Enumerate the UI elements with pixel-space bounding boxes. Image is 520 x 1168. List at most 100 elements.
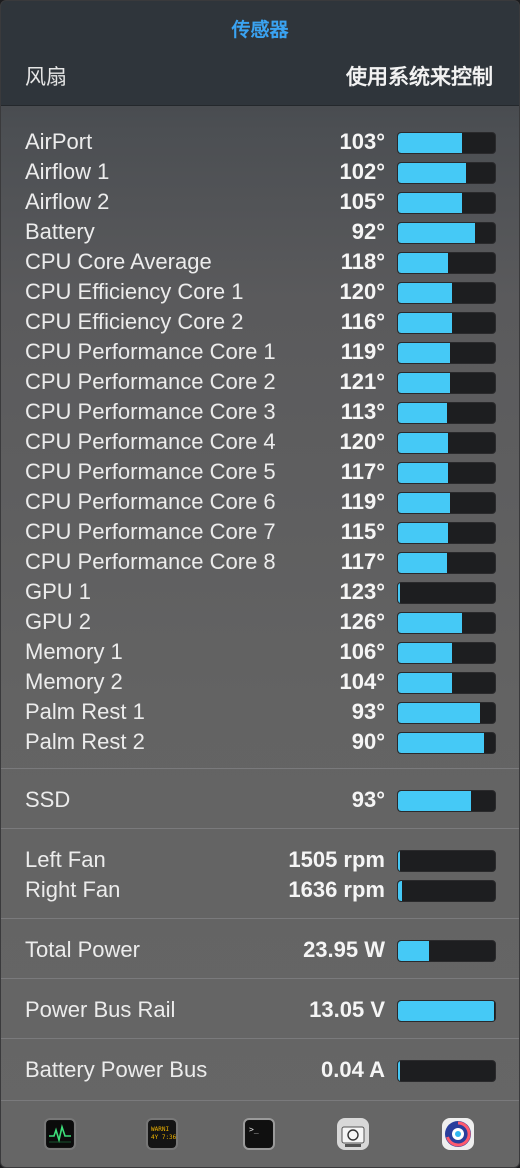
svg-text:>_: >_	[249, 1125, 259, 1134]
sensor-level-fill	[398, 493, 451, 513]
sensor-row[interactable]: Memory 1 106°	[1, 636, 519, 666]
sensor-level-bar	[397, 252, 496, 274]
sensor-value: 102°	[339, 159, 385, 184]
sensor-level-fill	[398, 223, 475, 243]
sensor-row[interactable]: Airflow 2 105°	[1, 186, 519, 216]
sensor-row[interactable]: CPU Core Average 118°	[1, 246, 519, 276]
sensor-row[interactable]: Power Bus Rail 13.05 V	[1, 994, 519, 1024]
activity-monitor-icon[interactable]	[44, 1118, 76, 1150]
sensor-row[interactable]: Airflow 1 102°	[1, 156, 519, 186]
sensor-section: Total Power 23.95 W	[1, 919, 519, 979]
sensor-level-fill	[398, 133, 463, 153]
sensors-panel: 传感器 风扇 使用系统来控制 AirPort 103° Airflow 1 102° A…	[0, 0, 520, 1168]
sensor-value: 90°	[351, 729, 385, 754]
sensor-row[interactable]: GPU 1 123°	[1, 576, 519, 606]
sensor-name: Airflow 1	[25, 159, 110, 184]
sensor-row[interactable]: GPU 2 126°	[1, 606, 519, 636]
sensor-row[interactable]: Palm Rest 2 90°	[1, 726, 519, 756]
sensor-value: 103°	[339, 129, 385, 154]
sensor-name: Palm Rest 1	[25, 699, 145, 724]
sensor-level-fill	[398, 643, 453, 663]
sensor-row[interactable]: CPU Performance Core 6 119°	[1, 486, 519, 516]
sensor-row[interactable]: CPU Efficiency Core 1 120°	[1, 276, 519, 306]
sensor-level-bar	[397, 582, 496, 604]
sensor-level-fill	[398, 1001, 495, 1021]
tg-pro-icon[interactable]	[442, 1118, 474, 1150]
sensor-level-bar	[397, 1000, 496, 1022]
sensor-row[interactable]: Left Fan 1505 rpm	[1, 844, 519, 874]
sensor-row[interactable]: SSD 93°	[1, 784, 519, 814]
sensor-row[interactable]: CPU Performance Core 5 117°	[1, 456, 519, 486]
sensor-name: CPU Core Average	[25, 249, 212, 274]
sensor-level-fill	[398, 253, 449, 273]
sensor-section: AirPort 103° Airflow 1 102° Airflow 2 105° Bat…	[1, 106, 519, 769]
sensor-level-bar	[397, 342, 496, 364]
sensor-row[interactable]: CPU Performance Core 3 113°	[1, 396, 519, 426]
svg-text:WARNI: WARNI	[151, 1126, 169, 1133]
app-dock: WARNI 4Y 7:36 >_	[1, 1100, 519, 1167]
sensor-value: 0.04 A	[320, 1057, 385, 1082]
sensor-name: Memory 1	[25, 639, 123, 664]
sensor-row[interactable]: CPU Performance Core 8 117°	[1, 546, 519, 576]
sensor-level-bar	[397, 132, 496, 154]
sensor-value: 118°	[340, 249, 385, 274]
sensor-name: Right Fan	[25, 877, 121, 902]
sensor-value: 119°	[340, 339, 385, 364]
fan-control-row[interactable]: 风扇 使用系统来控制	[25, 61, 493, 95]
sensor-name: CPU Performance Core 1	[25, 339, 276, 364]
sensor-level-bar	[397, 940, 496, 962]
sensor-level-fill	[398, 163, 466, 183]
sensor-level-fill	[398, 193, 463, 213]
sensor-level-bar	[397, 402, 496, 424]
sensor-value: 13.05 V	[309, 997, 385, 1022]
sensor-value: 93°	[351, 787, 385, 812]
sensor-section: Battery Power Bus 0.04 A	[1, 1039, 519, 1101]
sensor-level-fill	[398, 523, 449, 543]
sensor-value: 119°	[340, 489, 385, 514]
sensor-row[interactable]: CPU Performance Core 7 115°	[1, 516, 519, 546]
sensor-value: 116°	[340, 309, 385, 334]
system-information-icon[interactable]	[337, 1118, 369, 1150]
sensor-row[interactable]: CPU Efficiency Core 2 116°	[1, 306, 519, 336]
sensor-level-bar	[397, 702, 496, 724]
fan-label: 风扇	[25, 65, 67, 89]
sensor-row[interactable]: Total Power 23.95 W	[1, 934, 519, 964]
sensor-name: CPU Performance Core 7	[25, 519, 276, 544]
sensor-value: 1636 rpm	[288, 877, 385, 902]
sensor-row[interactable]: AirPort 103°	[1, 126, 519, 156]
sensor-value: 106°	[339, 639, 385, 664]
sensor-row[interactable]: Memory 2 104°	[1, 666, 519, 696]
sensor-level-fill	[398, 791, 471, 811]
sensor-value: 126°	[339, 609, 385, 634]
sensor-value: 93°	[351, 699, 385, 724]
sensor-row[interactable]: CPU Performance Core 4 120°	[1, 426, 519, 456]
sensor-level-fill	[398, 463, 449, 483]
sensor-level-fill	[398, 851, 400, 871]
fan-mode-value[interactable]: 使用系统来控制	[346, 61, 493, 91]
sensor-name: CPU Performance Core 2	[25, 369, 276, 394]
sensor-name: CPU Efficiency Core 2	[25, 309, 244, 334]
sensor-section: Power Bus Rail 13.05 V	[1, 979, 519, 1039]
sensor-name: AirPort	[25, 129, 93, 154]
console-icon[interactable]: WARNI 4Y 7:36	[146, 1118, 178, 1150]
sensor-value: 113°	[340, 399, 385, 424]
sensor-level-bar	[397, 642, 496, 664]
sensor-name: CPU Performance Core 6	[25, 489, 276, 514]
sensor-name: Palm Rest 2	[25, 729, 145, 754]
sensor-level-bar	[397, 790, 496, 812]
terminal-icon[interactable]: >_	[243, 1118, 275, 1150]
panel-title: 传感器	[231, 19, 289, 41]
sensor-row[interactable]: Palm Rest 1 93°	[1, 696, 519, 726]
sensor-row[interactable]: CPU Performance Core 2 121°	[1, 366, 519, 396]
sensor-level-bar	[397, 372, 496, 394]
sensor-value: 120°	[339, 429, 385, 454]
sensor-row[interactable]: Right Fan 1636 rpm	[1, 874, 519, 904]
sensor-level-bar	[397, 552, 496, 574]
sensor-value: 23.95 W	[303, 937, 385, 962]
sensor-level-bar	[397, 612, 496, 634]
sensor-row[interactable]: Battery 92°	[1, 216, 519, 246]
sensor-row[interactable]: Battery Power Bus 0.04 A	[1, 1054, 519, 1084]
sensor-value: 115°	[340, 519, 385, 544]
sensor-row[interactable]: CPU Performance Core 1 119°	[1, 336, 519, 366]
sensor-level-bar	[397, 732, 496, 754]
